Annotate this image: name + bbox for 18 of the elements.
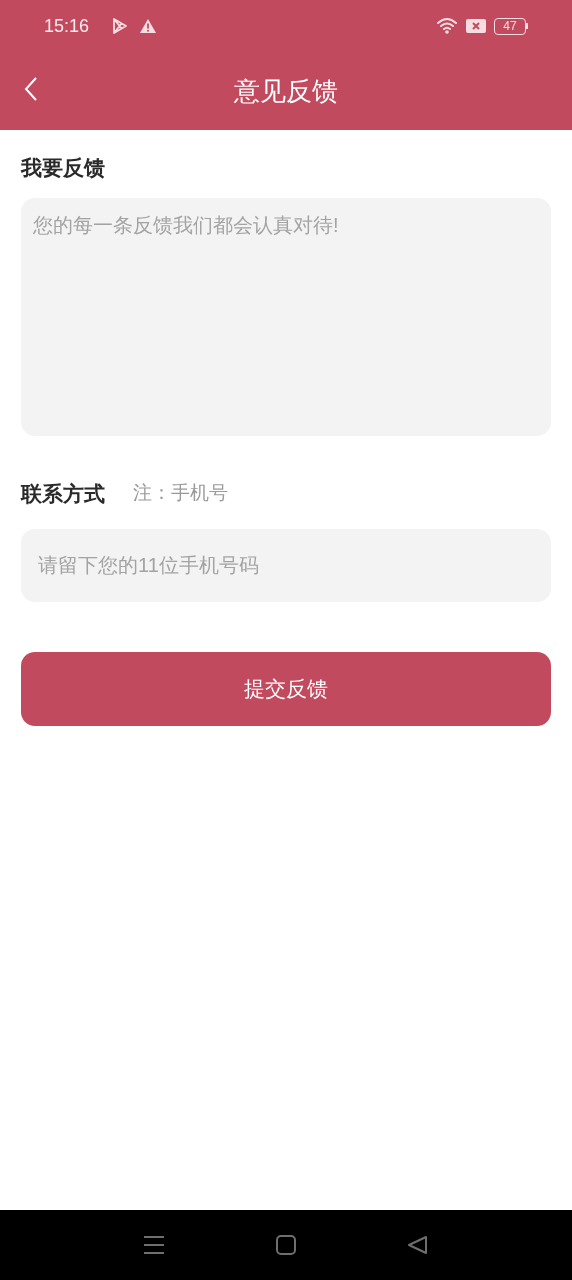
status-time: 15:16 [44, 14, 90, 38]
back-button[interactable] [24, 76, 38, 102]
section-label: 联系方式 [21, 480, 105, 507]
contact-note: 注：手机号 [133, 481, 228, 505]
wifi-icon [436, 16, 460, 36]
back-nav-icon[interactable] [408, 1235, 428, 1255]
menu-icon[interactable] [144, 1235, 164, 1255]
page-title: 意见反馈 [234, 74, 338, 108]
back-icon [24, 76, 38, 102]
phone-field[interactable]: 请留下您的11位手机号码 [21, 529, 551, 602]
warning-icon [139, 18, 158, 34]
battery-icon: 47 [494, 17, 528, 35]
submit-button[interactable]: 提交反馈 [21, 652, 551, 726]
section-label: 我要反馈 [21, 155, 106, 181]
sim-error-icon [466, 18, 486, 34]
home-icon[interactable] [276, 1235, 296, 1255]
play-store-icon [111, 17, 130, 35]
feedback-field[interactable]: 您的每一条反馈我们都会认真对待! [21, 197, 551, 436]
